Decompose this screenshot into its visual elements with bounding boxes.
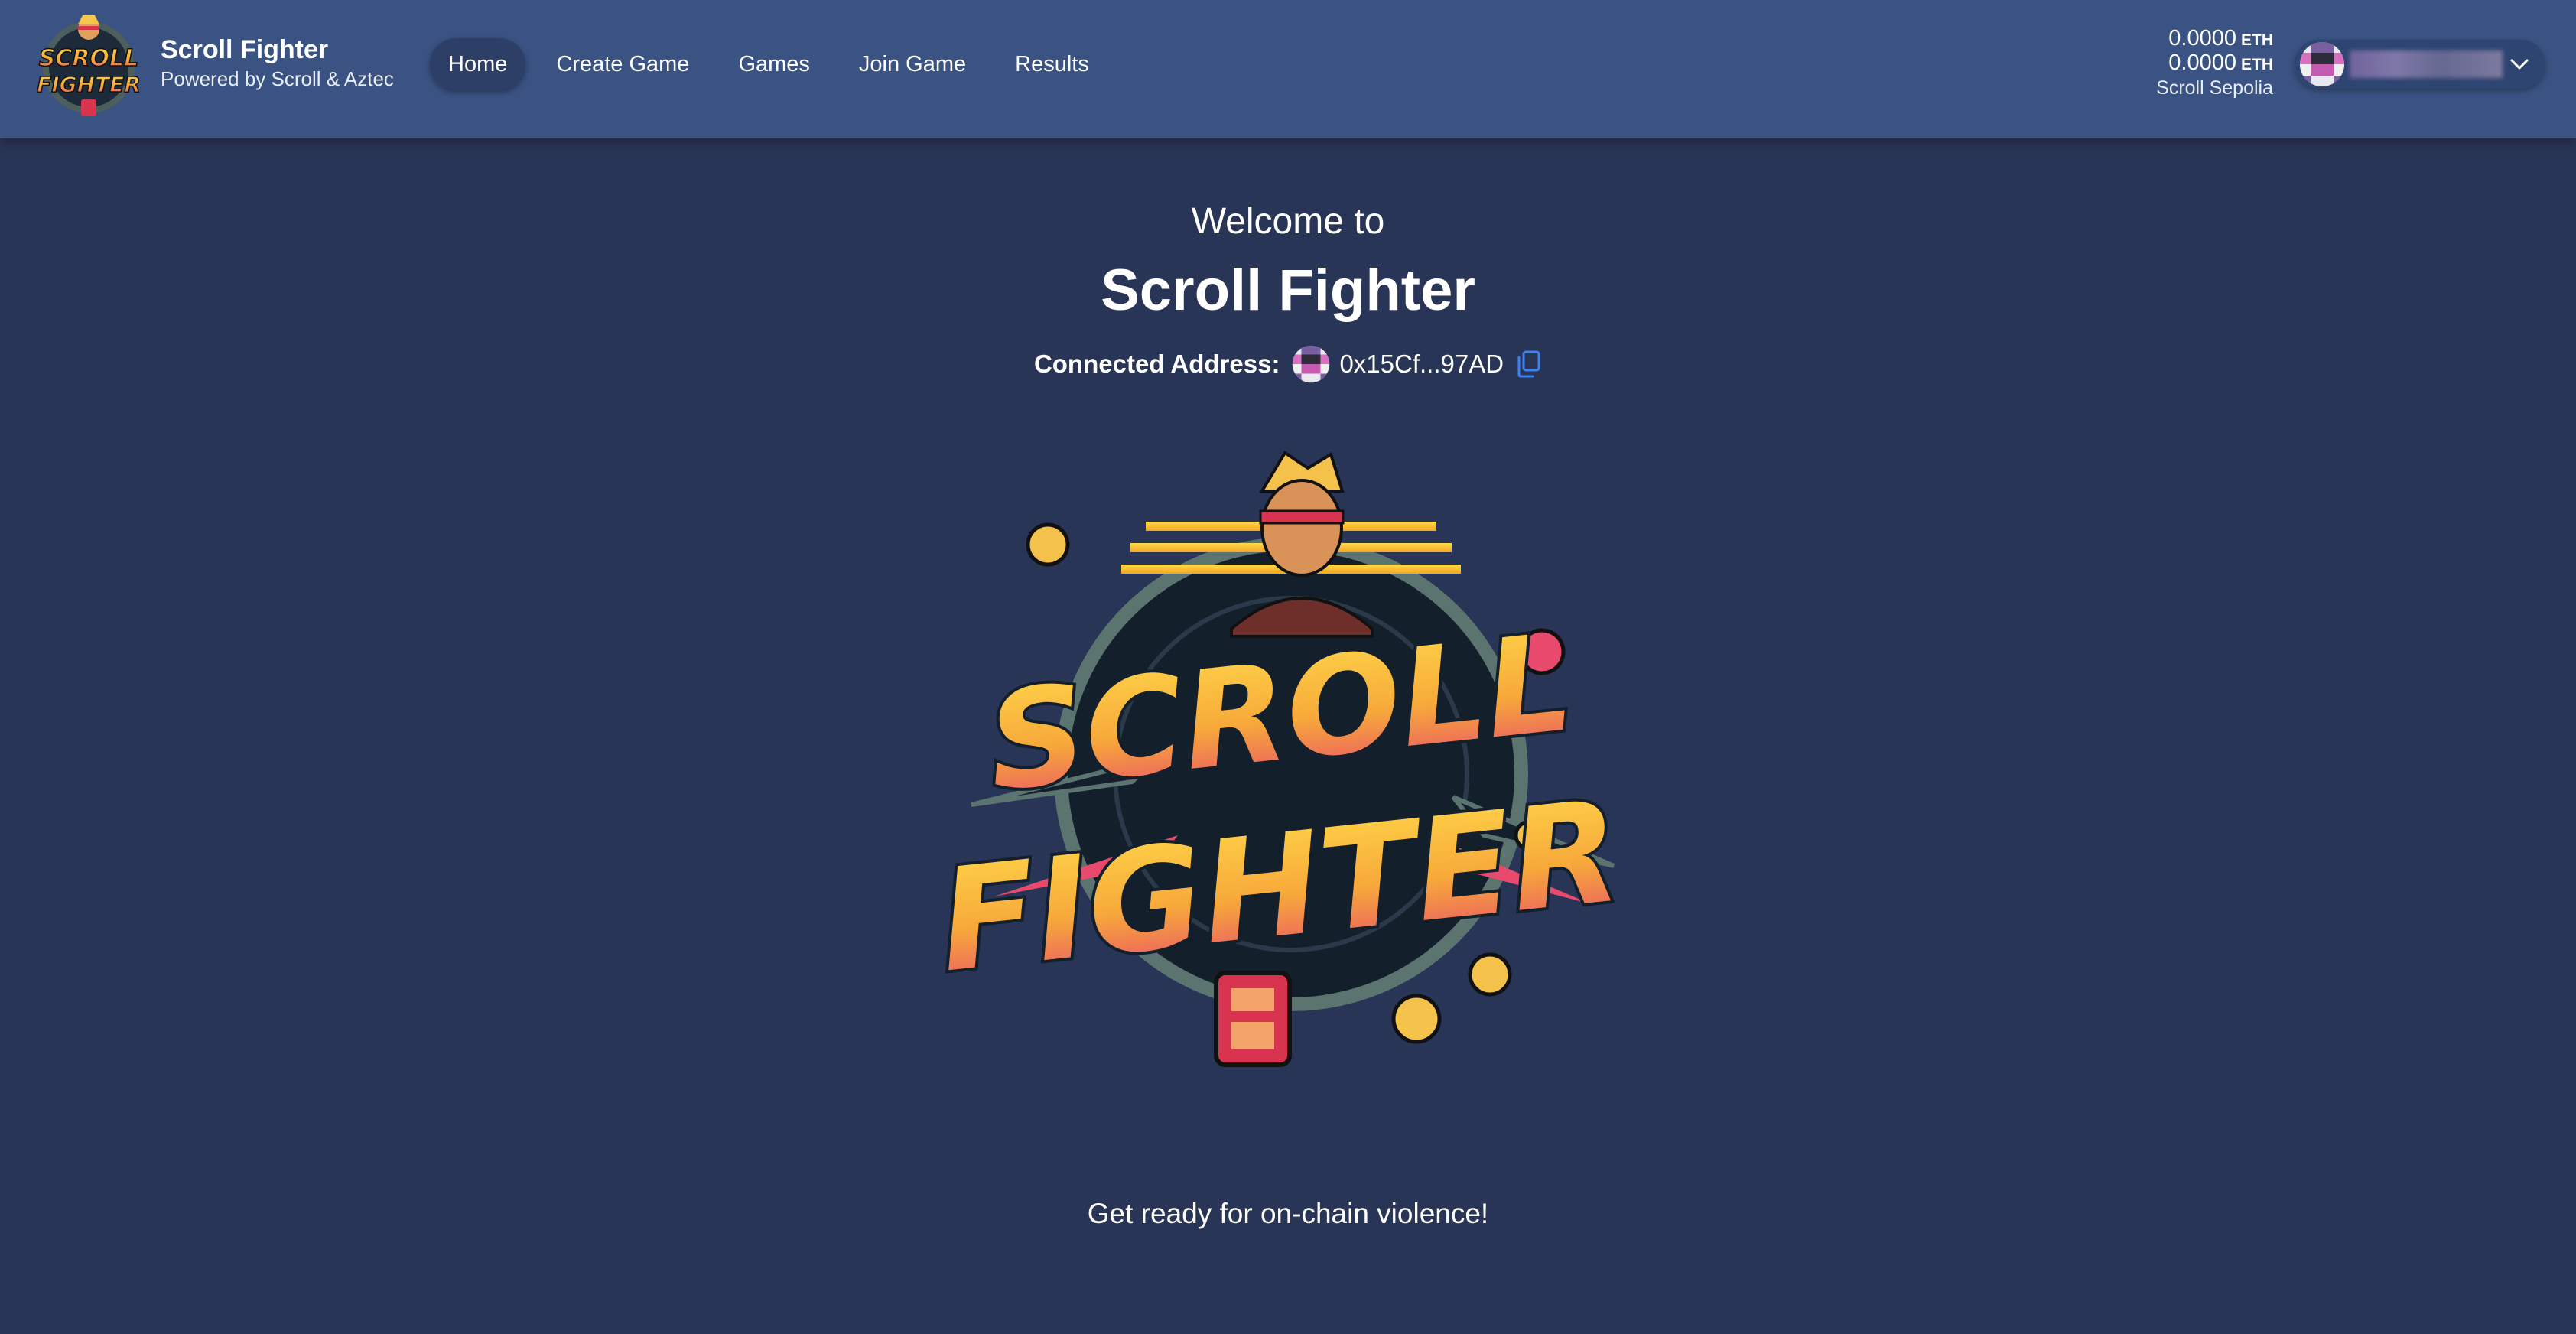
brand-subtitle: Powered by Scroll & Aztec [161, 67, 394, 90]
balance-unit-2: ETH [2241, 56, 2273, 73]
nav-home[interactable]: Home [430, 38, 526, 90]
nav-join-game[interactable]: Join Game [841, 38, 984, 90]
network-name: Scroll Sepolia [2156, 77, 2273, 99]
balance-value-1: 0.0000 [2168, 26, 2236, 50]
balance-row-2: 0.0000 ETH [2156, 50, 2273, 75]
account-name-redacted [2350, 50, 2503, 78]
nav-create-game[interactable]: Create Game [538, 38, 707, 90]
brand-name: Scroll Fighter [161, 35, 329, 64]
identicon-avatar-icon [1293, 345, 1330, 383]
balance-unit-1: ETH [2241, 31, 2273, 49]
chevron-down-icon [2510, 59, 2529, 70]
connected-address-row: Connected Address: 0x15Cf...97AD [0, 343, 2576, 386]
page-title: Scroll Fighter [1101, 258, 1475, 323]
account-button[interactable] [2295, 40, 2545, 89]
copy-icon[interactable] [1516, 350, 1542, 379]
scroll-fighter-logo[interactable]: SCROLL FIGHTER [34, 6, 144, 125]
balance-row-1: 0.0000 ETH [2156, 26, 2273, 50]
wallet-balances: 0.0000 ETH 0.0000 ETH Scroll Sepolia [2156, 26, 2273, 101]
logo-text-bottom: FIGHTER [37, 72, 141, 97]
balance-value-2: 0.0000 [2168, 50, 2236, 75]
nav-results[interactable]: Results [997, 38, 1107, 90]
main-nav: Home Create Game Games Join Game Results [430, 38, 1120, 90]
connected-address-value: 0x15Cf...97AD [1339, 350, 1504, 378]
nav-games[interactable]: Games [720, 38, 828, 90]
top-navbar: SCROLL FIGHTER Scroll Fighter Powered by… [0, 0, 2576, 138]
welcome-text: Welcome to [1191, 201, 1385, 242]
tagline: Get ready for on-chain violence! [1087, 1198, 1489, 1229]
scroll-fighter-hero-logo: SCROLL FIGHTER [929, 451, 1631, 1067]
connected-address-label: Connected Address: [1033, 350, 1280, 378]
logo-text-top: SCROLL [39, 45, 138, 72]
identicon-avatar-icon [2300, 42, 2344, 86]
